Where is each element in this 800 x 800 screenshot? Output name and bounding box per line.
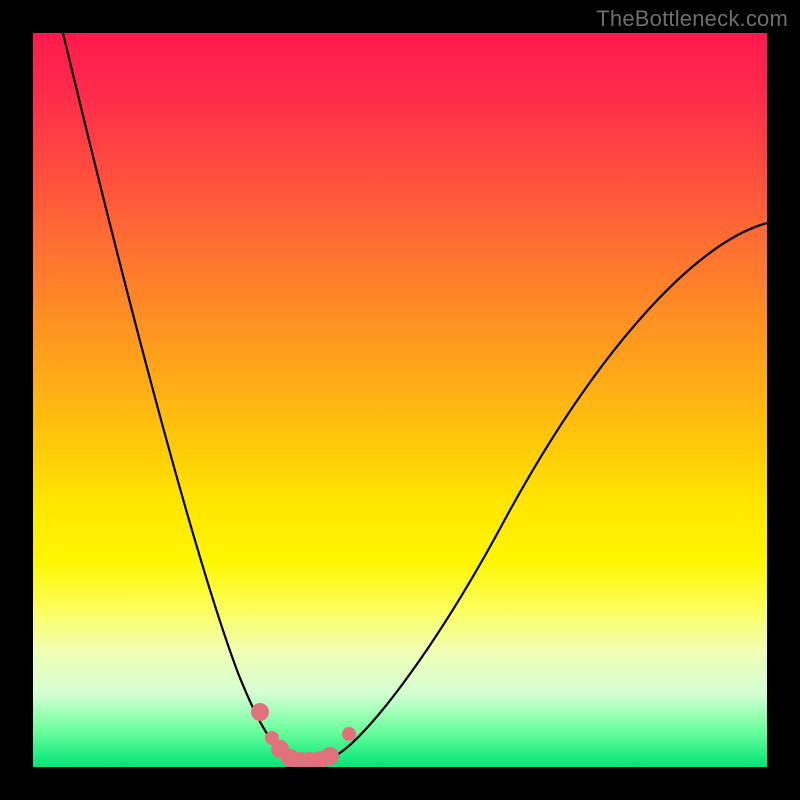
plot-area [33,33,767,767]
watermark-text: TheBottleneck.com [596,6,788,32]
marker-group [251,703,356,767]
chart-frame: TheBottleneck.com [0,0,800,800]
curve-layer [33,33,767,767]
marker-dot [342,727,356,741]
marker-dot [251,703,269,721]
marker-dot [321,747,339,765]
bottleneck-curve [63,33,767,762]
